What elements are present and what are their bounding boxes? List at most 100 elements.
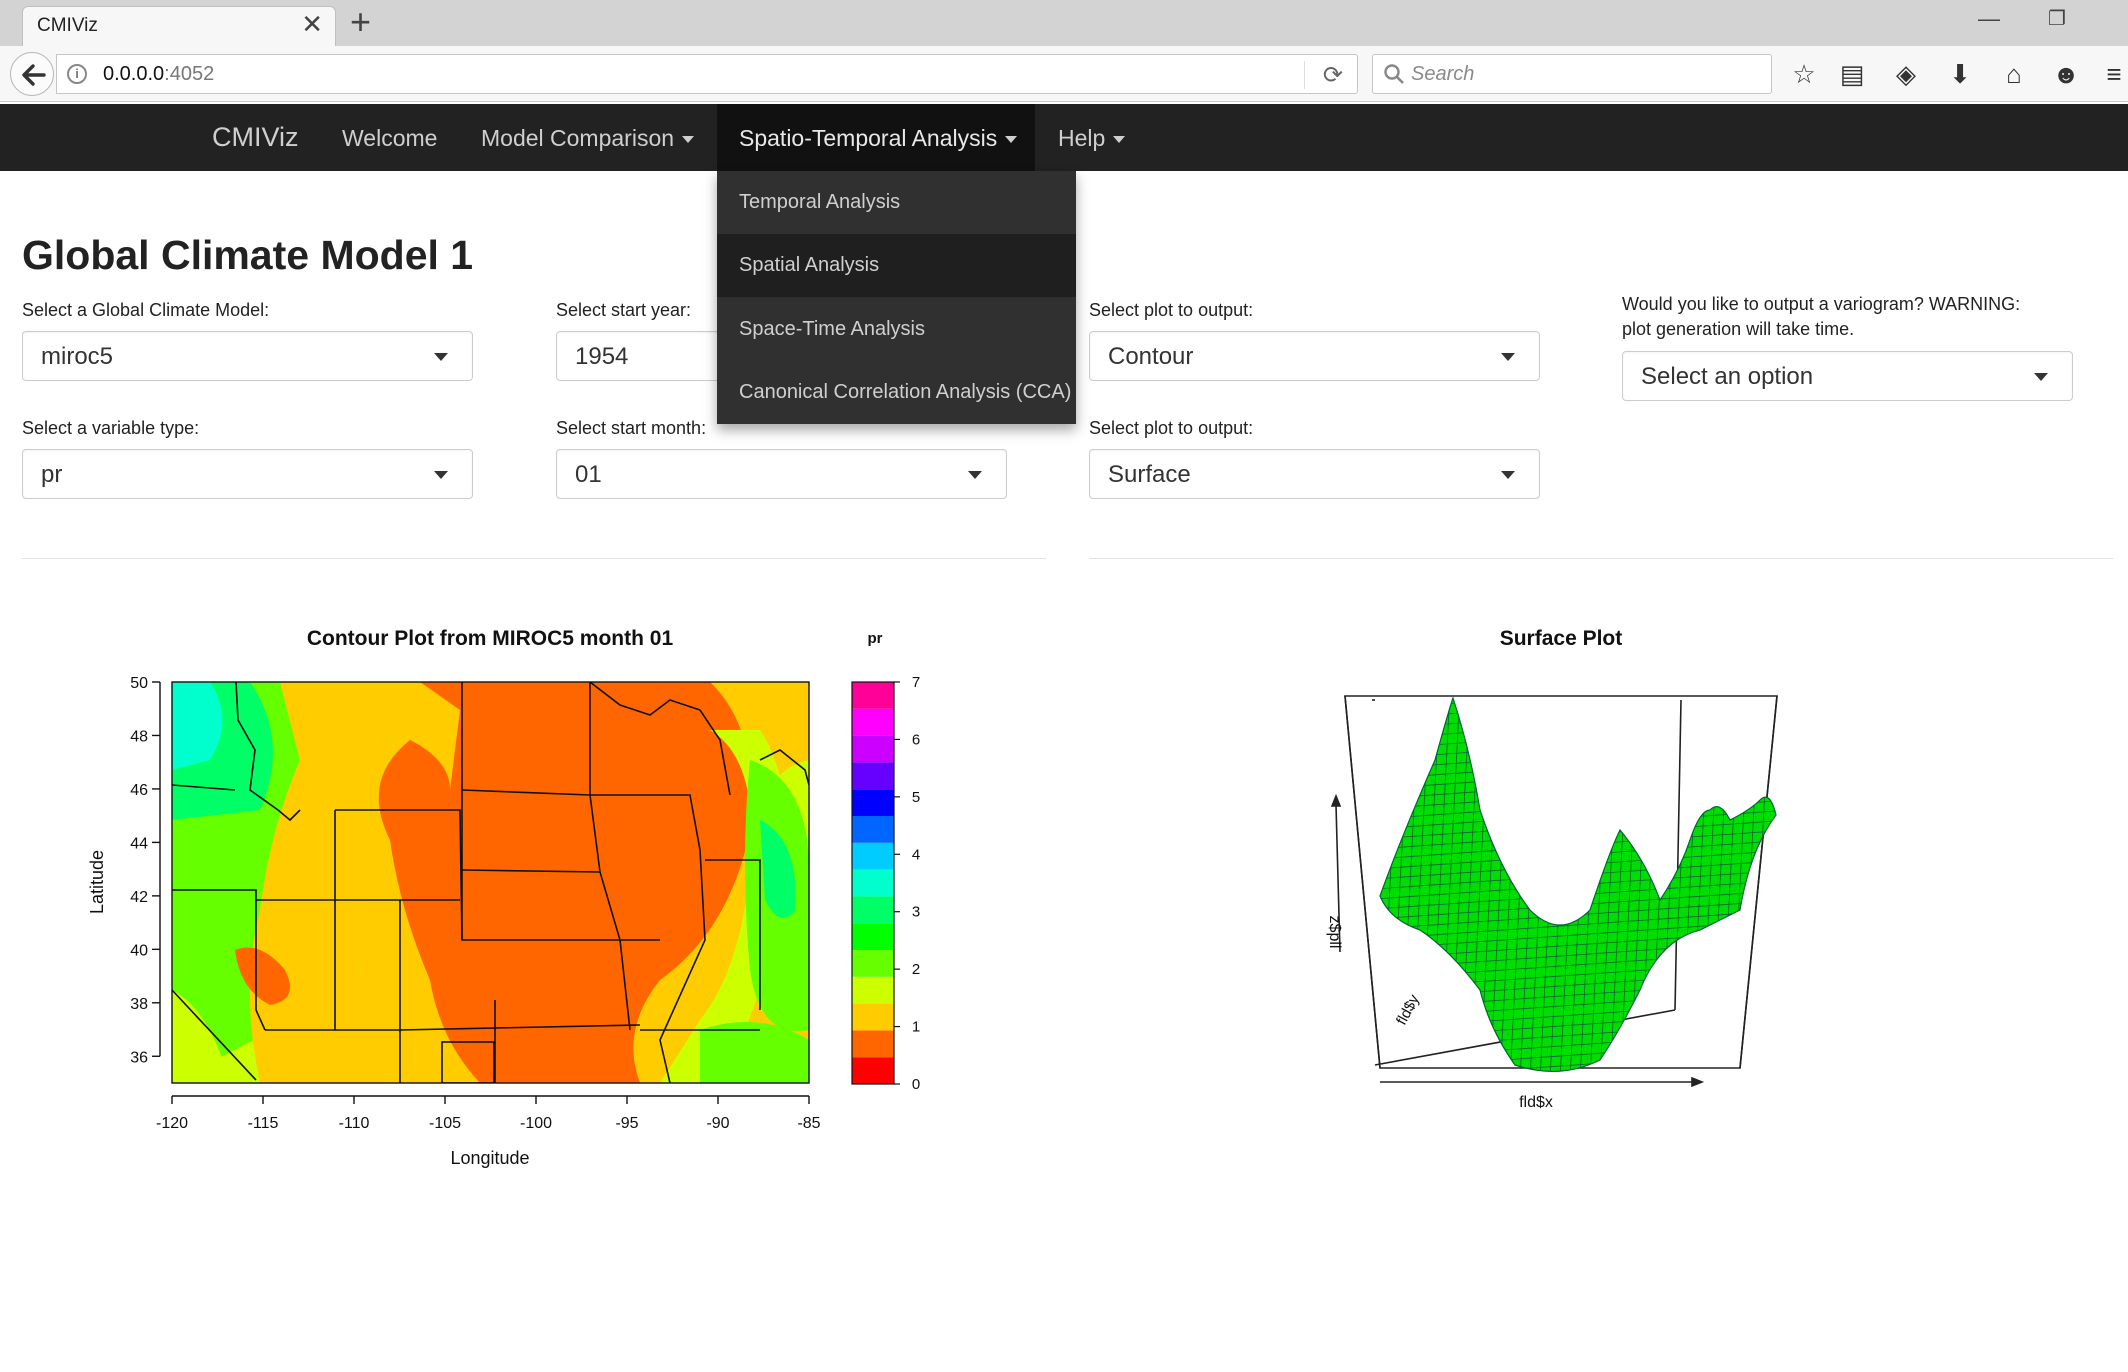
dropdown-arrow-icon (2034, 373, 2048, 381)
legend-tick-label: 3 (912, 904, 920, 921)
nav-spatio-temporal[interactable]: Spatio-Temporal Analysis (739, 125, 1018, 152)
divider-left (22, 558, 1046, 559)
dropdown-arrow-icon (434, 353, 448, 361)
y-tick-label: 46 (130, 782, 148, 799)
legend-tick-label: 1 (912, 1019, 920, 1036)
legend-swatch (852, 950, 894, 977)
surface-plot-title: Surface Plot (1500, 627, 1623, 650)
dropdown-arrow-icon (1501, 353, 1515, 361)
legend-tick-label: 7 (912, 674, 920, 691)
caret-down-icon (1113, 136, 1126, 144)
x-tick-label: -120 (156, 1115, 188, 1132)
mesh-line (1360, 660, 1790, 690)
legend-title: pr (868, 630, 883, 647)
mesh-line (1380, 759, 1776, 791)
mesh-line (1749, 698, 1771, 1072)
brand-link[interactable]: CMIViz (212, 122, 299, 153)
y-tick-label: 44 (130, 835, 148, 852)
info-icon[interactable]: i (67, 64, 87, 84)
browser-tab[interactable]: CMIViz ✕ (22, 6, 336, 46)
search-input[interactable]: Search (1411, 63, 1474, 86)
x-tick-label: -85 (797, 1115, 820, 1132)
spatio-temporal-dropdown: Temporal Analysis Spatial Analysis Space… (717, 171, 1076, 424)
y-tick-label: 40 (130, 942, 148, 959)
nav-welcome[interactable]: Welcome (342, 125, 437, 152)
legend-swatch (852, 1057, 894, 1084)
plot2-select[interactable]: Surface (1089, 449, 1540, 499)
contour-xlabel: Longitude (450, 1148, 529, 1168)
menu-spatial-analysis[interactable]: Spatial Analysis (717, 234, 1076, 297)
y-tick-label: 48 (130, 728, 148, 745)
legend-swatch (852, 1003, 894, 1031)
dropdown-arrow-icon (1501, 471, 1515, 479)
legend-swatch (852, 923, 894, 950)
search-icon (1384, 64, 1404, 84)
contour-legend: 0 1 2 3 4 5 6 7 (851, 674, 920, 1093)
y-tick-label: 50 (130, 675, 148, 692)
y-tick-label: 38 (130, 996, 148, 1013)
menu-space-time-analysis[interactable]: Space-Time Analysis (717, 298, 1076, 361)
back-arrow-icon (22, 64, 46, 86)
surface-xlabel: fld$x (1519, 1094, 1553, 1111)
legend-swatch (852, 869, 894, 897)
start-month-label: Select start month: (556, 418, 707, 438)
url-bar[interactable]: i 0.0.0.0:4052 ⟳ (56, 54, 1358, 94)
minimize-icon[interactable]: — (1978, 6, 2000, 32)
app-navbar: CMIViz Welcome Model Comparison Spatio-T… (0, 104, 2128, 171)
x-tick-label: -115 (248, 1115, 279, 1132)
mesh-line (1380, 698, 1776, 711)
caret-down-icon (682, 136, 695, 144)
legend-swatch (852, 735, 894, 763)
search-bar[interactable]: Search (1372, 54, 1772, 94)
chat-icon[interactable]: ☻ (2050, 58, 2082, 90)
caret-down-icon (1005, 136, 1018, 144)
download-icon[interactable]: ⬇ (1944, 58, 1976, 90)
mesh-line (1380, 719, 1776, 751)
variogram-select[interactable]: Select an option (1622, 351, 2073, 401)
divider-right (1089, 558, 2113, 559)
legend-tick-label: 4 (912, 846, 920, 863)
pocket-icon[interactable]: ◈ (1890, 58, 1922, 90)
new-tab-icon[interactable]: + (350, 4, 371, 40)
legend-tick-label: 6 (912, 731, 920, 748)
browser-tabbar: CMIViz ✕ + — ❐ (0, 0, 2128, 46)
reading-list-icon[interactable]: ▤ (1836, 58, 1868, 90)
nav-model-comparison[interactable]: Model Comparison (481, 125, 695, 152)
surface-ylabel: fld$y (1393, 991, 1423, 1027)
close-tab-icon[interactable]: ✕ (301, 11, 323, 37)
x-tick-label: -105 (429, 1115, 461, 1132)
mesh-line (1380, 698, 1776, 721)
mesh-line (1380, 709, 1776, 741)
start-month-select[interactable]: 01 (556, 449, 1007, 499)
variable-label: Select a variable type: (22, 418, 200, 438)
surface-zlabel: z$pll (1326, 916, 1343, 949)
menu-cca[interactable]: Canonical Correlation Analysis (CCA) (717, 361, 1076, 424)
tab-title: CMIViz (37, 15, 98, 36)
plot1-label: Select plot to output: (1089, 300, 1254, 320)
menu-temporal-analysis[interactable]: Temporal Analysis (717, 171, 1076, 234)
x-tick-label: -90 (706, 1115, 729, 1132)
back-button[interactable] (10, 52, 54, 96)
legend-swatch (852, 816, 894, 843)
legend-swatch (852, 762, 894, 790)
legend-swatch (852, 789, 894, 816)
home-icon[interactable]: ⌂ (1998, 58, 2030, 90)
url-text[interactable]: 0.0.0.0:4052 (103, 63, 214, 86)
bookmark-star-icon[interactable]: ☆ (1788, 58, 1820, 90)
contour-ylabel: Latitude (87, 850, 107, 914)
legend-swatch (852, 708, 894, 736)
reload-icon[interactable]: ⟳ (1323, 61, 1343, 90)
nav-help[interactable]: Help (1058, 125, 1126, 152)
mesh-line (1380, 729, 1776, 761)
restore-icon[interactable]: ❐ (2048, 6, 2066, 31)
legend-swatch (852, 896, 894, 924)
plot1-select[interactable]: Contour (1089, 331, 1540, 381)
gcm-select[interactable]: miroc5 (22, 331, 473, 381)
y-tick-label: 42 (130, 889, 148, 906)
legend-swatch (852, 842, 894, 870)
menu-icon[interactable]: ≡ (2100, 58, 2128, 90)
variogram-label: Would you like to output a variogram? WA… (1622, 294, 2021, 339)
variable-select[interactable]: pr (22, 449, 473, 499)
mesh-line (1380, 699, 1776, 731)
contour-plot: Contour Plot from MIROC5 month 01 -120 -… (87, 627, 920, 1168)
